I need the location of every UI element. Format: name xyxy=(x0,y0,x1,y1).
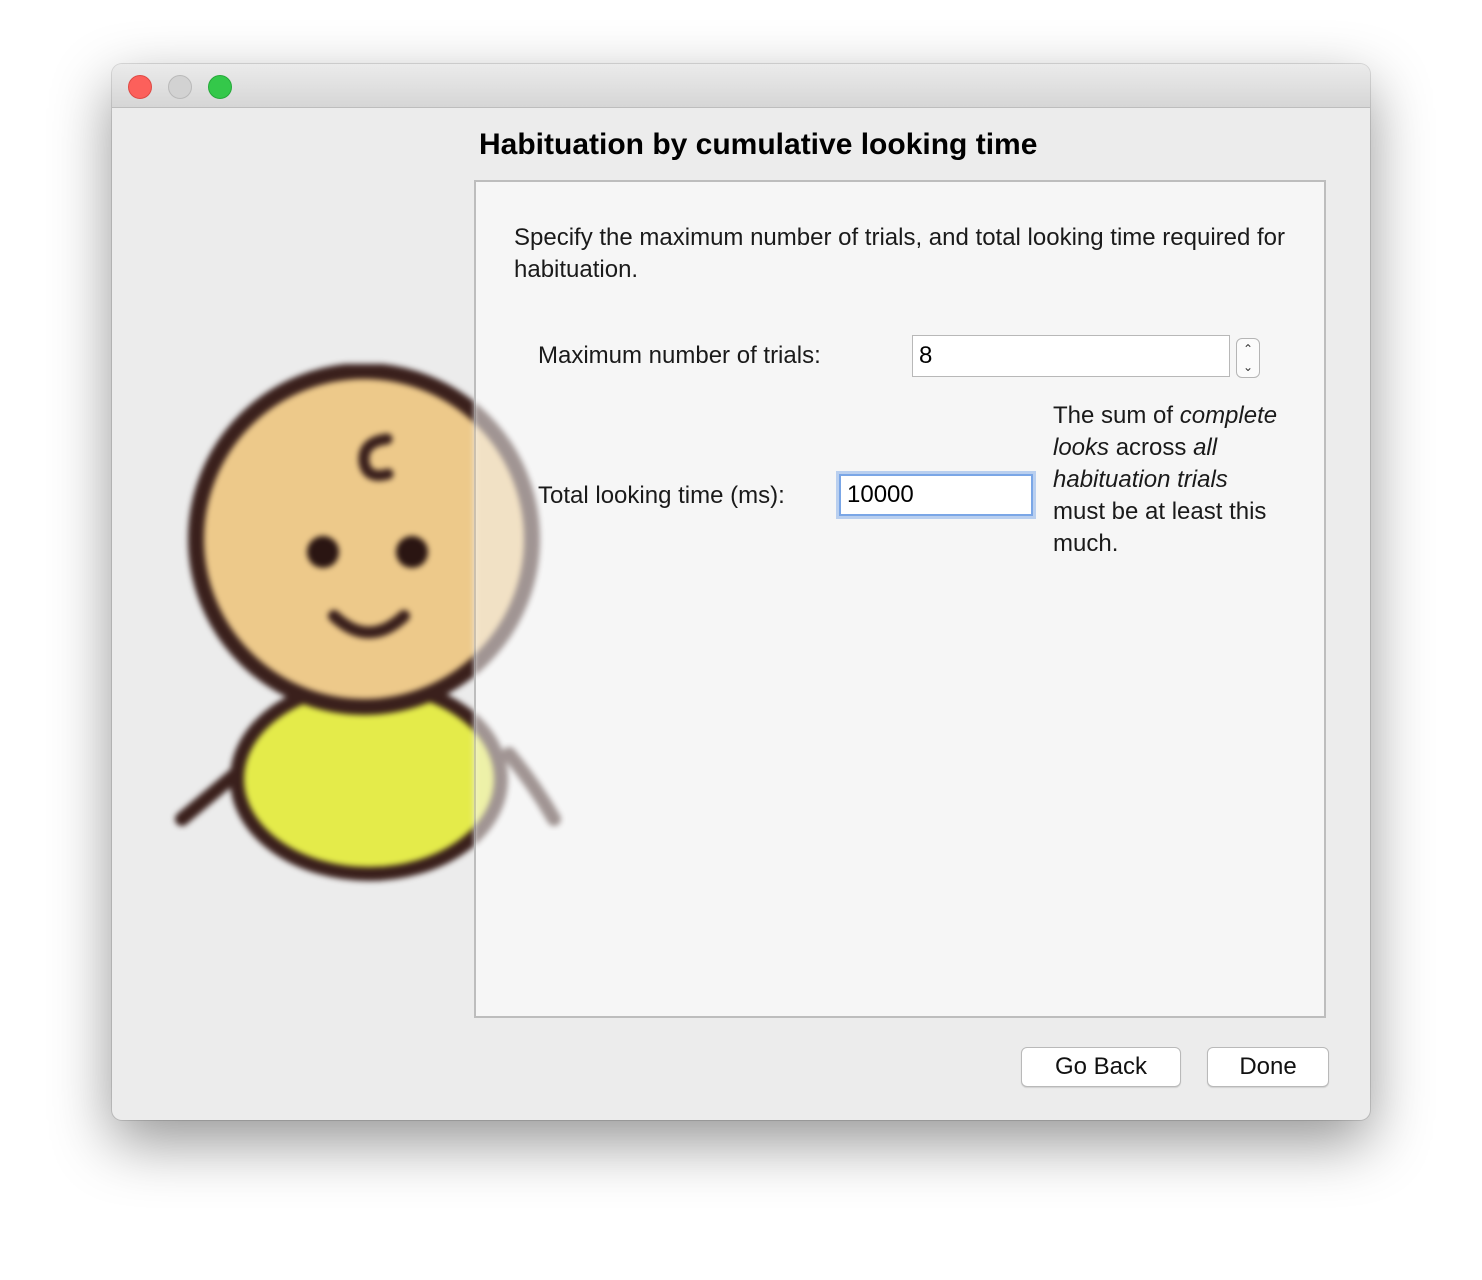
baby-icon-overlap xyxy=(474,401,561,846)
done-button[interactable]: Done xyxy=(1207,1047,1329,1087)
chevron-down-icon[interactable]: ⌄ xyxy=(1237,358,1259,376)
hint-text-3: across xyxy=(1115,434,1187,461)
go-back-button[interactable]: Go Back xyxy=(1021,1047,1181,1087)
hint-text-5: must be at least this much. xyxy=(1053,498,1267,557)
content-panel: Specify the maximum number of trials, an… xyxy=(474,180,1326,1018)
page-title: Habituation by cumulative looking time xyxy=(479,128,1038,161)
looking-time-hint: The sum of complete looks across all hab… xyxy=(1053,400,1283,560)
close-window-button[interactable] xyxy=(128,75,152,99)
max-trials-input[interactable]: 8 xyxy=(912,335,1230,377)
wizard-window: Habituation by cumulative looking time S… xyxy=(112,64,1370,1120)
max-trials-stepper[interactable]: ⌃ ⌄ xyxy=(1236,338,1260,378)
zoom-window-button[interactable] xyxy=(208,75,232,99)
title-bar[interactable] xyxy=(112,64,1370,108)
hint-text-1: The sum of xyxy=(1053,402,1174,429)
instructions-text: Specify the maximum number of trials, an… xyxy=(514,224,1286,283)
chevron-up-icon[interactable]: ⌃ xyxy=(1237,340,1259,358)
minimize-window-button[interactable] xyxy=(168,75,192,99)
total-looking-time-input[interactable]: 10000 xyxy=(839,474,1033,516)
